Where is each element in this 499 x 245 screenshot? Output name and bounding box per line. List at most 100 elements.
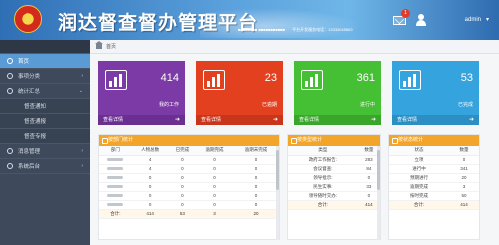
breadcrumb: 首页 [90, 40, 499, 54]
arrow-right-icon: ➜ [370, 117, 376, 123]
column-header: 状态 [389, 146, 449, 156]
sidebar-item-categories[interactable]: 事项分类 › [0, 69, 90, 84]
chevron-right-icon: › [81, 73, 83, 79]
view-details-label: 查看详情 [103, 117, 124, 123]
view-details-link[interactable]: 查看详情 ➜ [294, 115, 381, 125]
table-row[interactable]: 民生实事: 33 [288, 182, 380, 192]
sidebar-item-label: 督查通知 [24, 104, 47, 110]
column-header: 逾期完成 [196, 146, 233, 156]
table-row[interactable]: 0 0 0 0 [99, 173, 279, 183]
scrollbar[interactable] [377, 146, 380, 240]
column-header: 类型 [288, 146, 358, 156]
stat-card-value: 53 [460, 72, 473, 84]
panel-by-type: 按类型统计 类型 数量 政府工作报告: 283 会议督查: 84 领导批示: 0 民生… [287, 134, 381, 240]
table-row[interactable]: 4 0 0 0 [99, 155, 279, 165]
bar-chart-icon [301, 70, 323, 90]
panel-by-status: 按状态统计 状态 数量 立项 0 进行中 341 预期进行 20 逾期完成 3 按时完成… [388, 134, 480, 240]
stat-card-completed[interactable]: 53 已完成 查看详情 ➜ [392, 61, 479, 125]
sidebar-item-label: 事项分类 [18, 74, 41, 80]
arrow-right-icon: ➜ [468, 117, 474, 123]
view-details-label: 查看详情 [201, 117, 222, 123]
table-total-row: 合计: 414 [288, 200, 380, 210]
breadcrumb-home[interactable]: 首页 [106, 43, 116, 50]
notification-button[interactable]: 1 [393, 9, 410, 26]
sidebar-subitem-notice[interactable]: 督查通知 [0, 99, 90, 114]
arrow-right-icon: ➜ [174, 117, 180, 123]
table-row[interactable]: 会议督查: 84 [288, 164, 380, 174]
panel-title: 按类型统计 [288, 135, 380, 146]
redacted-text [107, 167, 124, 170]
table-total-row: 合计: 414 [389, 200, 479, 210]
stat-card-value: 23 [264, 72, 277, 84]
table-row[interactable]: 逾期完成 3 [389, 182, 479, 192]
chevron-right-icon: › [81, 163, 83, 169]
scrollbar[interactable] [276, 146, 279, 240]
stat-card-label: 已逾期 [261, 102, 277, 108]
sidebar: 首页 事项分类 › 统计汇总 ⌄ 督查通知 督查通报 督查专报 消息管理 › 系… [0, 40, 90, 245]
chevron-right-icon: › [81, 148, 83, 154]
sidebar-item-statistics[interactable]: 统计汇总 ⌄ [0, 84, 90, 99]
column-header: 逾期未完成 [232, 146, 279, 156]
sidebar-item-label: 系统后台 [18, 164, 41, 170]
column-header: 人物总数 [131, 146, 169, 156]
stat-card-overdue[interactable]: 23 已逾期 查看详情 ➜ [196, 61, 283, 125]
type-table: 类型 数量 政府工作报告: 283 会议督查: 84 领导批示: 0 民生实事: 33 … [288, 146, 380, 210]
emblem-logo-icon [14, 5, 42, 33]
table-row[interactable]: 0 0 0 0 [99, 191, 279, 201]
message-icon [7, 148, 13, 154]
panel-by-department: 按部门统计 部门 人物总数 已完成 逾期完成 逾期未完成 4 0 0 0 4 0… [98, 134, 280, 240]
table-row[interactable]: 领导批示: 0 [288, 173, 380, 183]
stat-card-value: 414 [160, 72, 179, 84]
view-details-label: 查看详情 [299, 117, 320, 123]
chevron-down-icon[interactable]: ▾ [486, 16, 489, 23]
settings-icon [7, 163, 13, 169]
sidebar-item-label: 督查专报 [24, 134, 47, 140]
sidebar-item-label: 统计汇总 [18, 89, 41, 95]
panel-title: 按部门统计 [99, 135, 279, 146]
column-header: 数量 [449, 146, 479, 156]
main-content: 414 我的工作 查看详情 ➜ 23 已逾期 查看详情 ➜ 361 进行中 查看… [90, 54, 499, 245]
redacted-text [107, 203, 124, 206]
view-details-link[interactable]: 查看详情 ➜ [196, 115, 283, 125]
status-table: 状态 数量 立项 0 进行中 341 预期进行 20 逾期完成 3 按时完成 50 合计:… [389, 146, 479, 210]
table-total-row: 合计: 414 53 3 20 [99, 209, 279, 219]
sidebar-subitem-bulletin[interactable]: 督查通报 [0, 114, 90, 129]
sidebar-subitem-report[interactable]: 督查专报 [0, 129, 90, 144]
table-row[interactable]: 政府工作报告: 283 [288, 155, 380, 165]
table-row[interactable]: 预期进行 20 [389, 173, 479, 183]
app-header: 润达督查督办管理平台 ■■■■■■■■ ■■■■■■■■■■■ 平台开发服务电话… [0, 0, 499, 40]
stat-card-label: 已完成 [457, 102, 473, 108]
table-row[interactable]: 按时完成 50 [389, 191, 479, 201]
header-info-line: 平台开发服务电话：13333045563 [292, 27, 353, 32]
home-icon [7, 58, 13, 64]
bar-chart-icon [105, 70, 127, 90]
table-row[interactable]: 4 0 0 0 [99, 164, 279, 174]
user-name[interactable]: admin [465, 17, 481, 23]
table-row[interactable]: 立项 0 [389, 155, 479, 165]
table-row[interactable]: 0 0 0 0 [99, 200, 279, 210]
sidebar-item-system[interactable]: 系统后台 › [0, 159, 90, 174]
notification-badge: 1 [401, 9, 410, 18]
redacted-text [107, 194, 124, 197]
chevron-down-icon: ⌄ [78, 88, 83, 94]
table-row[interactable]: 进行中 341 [389, 164, 479, 174]
stat-card-in-progress[interactable]: 361 进行中 查看详情 ➜ [294, 61, 381, 125]
bar-chart-icon [203, 70, 225, 90]
arrow-right-icon: ➜ [272, 117, 278, 123]
redacted-text [107, 176, 124, 179]
view-details-link[interactable]: 查看详情 ➜ [392, 115, 479, 125]
view-details-label: 查看详情 [397, 117, 418, 123]
header-info-line: ■■■■■■■■ ■■■■■■■■■■■ [238, 27, 286, 32]
sidebar-item-messages[interactable]: 消息管理 › [0, 144, 90, 159]
redacted-text [107, 185, 124, 188]
stat-card-label: 我的工作 [158, 102, 179, 108]
stat-card-value: 361 [356, 72, 375, 84]
stat-card-my-work[interactable]: 414 我的工作 查看详情 ➜ [98, 61, 185, 125]
sidebar-item-home[interactable]: 首页 [0, 54, 90, 69]
table-row[interactable]: 0 0 0 0 [99, 182, 279, 192]
user-icon[interactable] [415, 14, 427, 26]
view-details-link[interactable]: 查看详情 ➜ [98, 115, 185, 125]
home-icon [95, 41, 103, 49]
app-title: 润达督查督办管理平台 [58, 13, 259, 34]
table-row[interactable]: 领导随时交办: 0 [288, 191, 380, 201]
